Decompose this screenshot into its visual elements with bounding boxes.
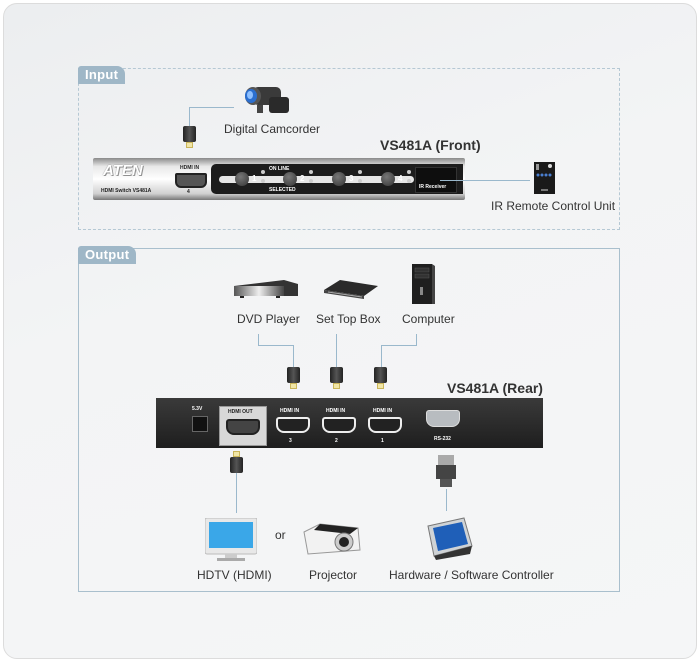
cable-line <box>258 345 294 346</box>
set-top-box-icon <box>322 278 378 300</box>
cable-line <box>189 107 190 127</box>
dvd-player-label: DVD Player <box>237 312 300 326</box>
hdmi-out-area: HDMI OUT <box>219 406 267 446</box>
hdmi-in-port <box>276 417 310 433</box>
hdmi-in-port <box>322 417 356 433</box>
or-text: or <box>275 528 286 542</box>
port-number: 2 <box>300 174 305 183</box>
projector-icon <box>300 522 362 558</box>
hdmi-plug-icon <box>374 367 387 389</box>
selected-led <box>261 179 265 183</box>
computer-label: Computer <box>402 312 455 326</box>
cable-line <box>293 345 294 367</box>
control-panel: 1 ON LINE SELECTED 2 3 4 IR Receiver <box>211 164 463 194</box>
online-led <box>261 170 265 174</box>
computer-tower-icon <box>410 262 436 306</box>
selected-led <box>407 179 411 183</box>
aten-logo: ATEN <box>103 162 143 179</box>
hdmi-in-label: HDMI IN <box>280 408 300 414</box>
projector-label: Projector <box>309 568 358 582</box>
controller-label: Hardware / Software Controller <box>389 568 554 582</box>
monitor-icon <box>204 517 258 562</box>
vs481a-front-panel: ATEN HDMI Switch VS481A HDMI IN 4 1 ON L… <box>93 158 465 200</box>
cable-line <box>381 345 382 367</box>
port-select-button[interactable] <box>283 172 297 186</box>
touch-panel-icon <box>424 516 474 560</box>
hdmi-port-icon <box>175 173 207 188</box>
cable-line <box>236 473 237 513</box>
rs232-port <box>426 410 460 427</box>
hdmi-plug-icon <box>330 367 343 389</box>
port-select-button[interactable] <box>235 172 249 186</box>
hdmi-out-port <box>226 419 260 435</box>
db9-plug-icon <box>436 455 456 489</box>
vs481a-rear-panel: 5.3V HDMI OUT HDMI IN 3 HDMI IN 2 HDMI I… <box>156 398 543 448</box>
set-top-box-label: Set Top Box <box>316 312 381 326</box>
cable-line <box>336 334 337 367</box>
hdmi-in-port-number: 2 <box>335 438 338 444</box>
port-select-button[interactable] <box>332 172 346 186</box>
hdmi-plug-icon <box>230 451 243 473</box>
selected-led <box>358 179 362 183</box>
online-led <box>358 170 362 174</box>
online-led <box>407 170 411 174</box>
ir-remote-label: IR Remote Control Unit <box>491 199 616 213</box>
port-number: 4 <box>398 174 403 183</box>
selected-led <box>309 179 313 183</box>
hdmi-plug-icon <box>287 367 300 389</box>
camcorder-icon <box>243 83 291 117</box>
hdmi-plug-icon <box>183 126 196 148</box>
model-text: HDMI Switch VS481A <box>101 188 152 194</box>
hdmi-out-label: HDMI OUT <box>228 409 253 415</box>
camcorder-label: Digital Camcorder <box>224 122 321 136</box>
rear-panel-title: VS481A (Rear) <box>447 380 543 396</box>
power-jack-icon <box>192 416 208 432</box>
output-section-label: Output <box>78 246 137 264</box>
front-panel-title: VS481A (Front) <box>380 137 481 153</box>
port-number: 3 <box>349 174 354 183</box>
hdmi-in-port-number: 3 <box>289 438 292 444</box>
hdmi-in-label: HDMI IN <box>326 408 346 414</box>
hdmi-in-label: HDMI IN <box>373 408 393 414</box>
power-voltage-label: 5.3V <box>192 406 203 412</box>
hdmi-in-port-number: 4 <box>187 189 190 195</box>
dvd-player-icon <box>232 276 300 302</box>
port-number: 1 <box>252 174 257 183</box>
cable-line <box>446 489 447 511</box>
cable-line <box>381 345 417 346</box>
hdmi-in-port <box>368 417 402 433</box>
online-led <box>309 170 313 174</box>
input-section-label: Input <box>78 66 126 84</box>
rs232-label: RS-232 <box>434 436 451 442</box>
hdmi-in-port-number: 1 <box>381 438 384 444</box>
port-select-button[interactable] <box>381 172 395 186</box>
selected-label: SELECTED <box>269 187 296 193</box>
hdtv-label: HDTV (HDMI) <box>197 568 272 582</box>
hdmi-in-label: HDMI IN <box>180 165 200 171</box>
online-label: ON LINE <box>269 166 290 172</box>
cable-line <box>189 107 234 108</box>
cable-line <box>440 180 530 181</box>
remote-control-icon <box>534 162 555 194</box>
